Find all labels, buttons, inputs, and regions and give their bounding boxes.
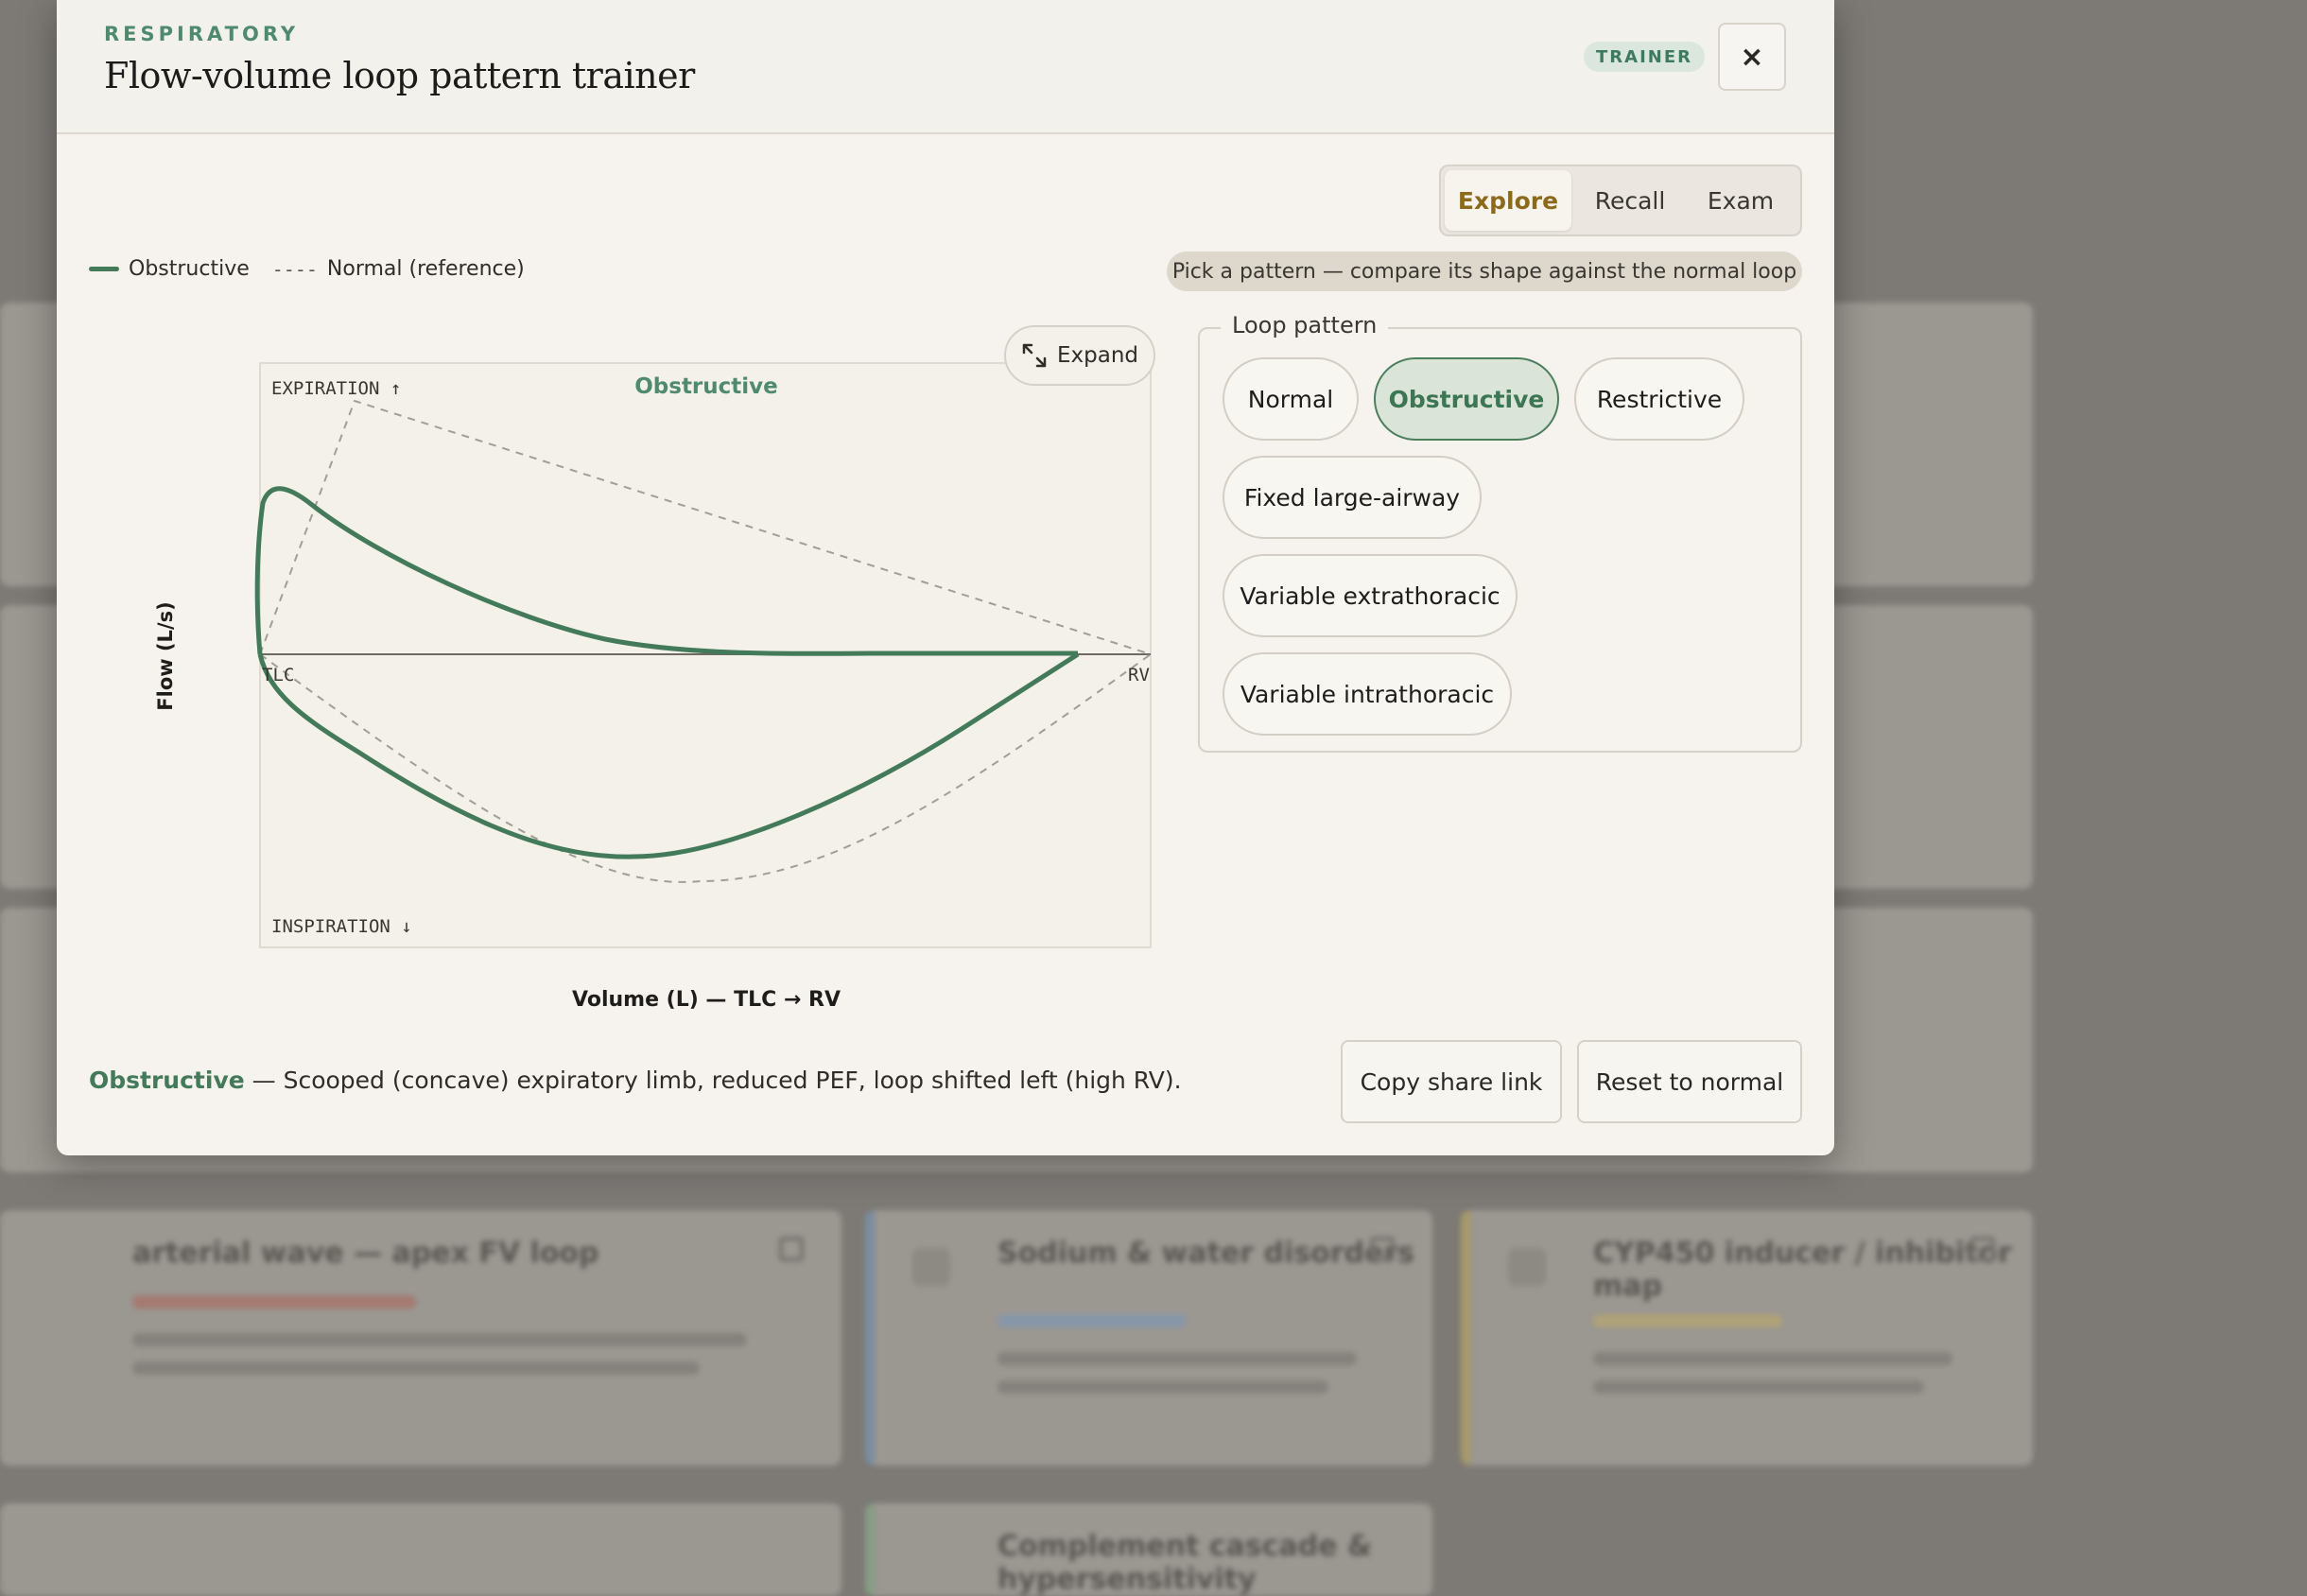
description-highlight: Obstructive [89,1067,245,1094]
description-text: — Scooped (concave) expiratory limb, red… [244,1067,1182,1094]
legend-series-label: Obstructive [129,257,250,281]
reset-to-normal-button[interactable]: Reset to normal [1577,1040,1802,1123]
pattern-fixed-large-airway[interactable]: Fixed large-airway [1223,456,1482,539]
pattern-normal[interactable]: Normal [1223,357,1359,441]
close-button[interactable]: × [1718,23,1786,91]
flow-volume-chart: Obstructive EXPIRATION ↑ INSPIRATION ↓ T… [154,362,1152,1012]
y-axis-label: Flow (L/s) [154,601,177,710]
chart-legend: Obstructive ---- Normal (reference) [89,257,525,281]
trainer-modal: RESPIRATORY Flow-volume loop pattern tra… [57,0,1834,1155]
tab-explore[interactable]: Explore [1445,170,1571,231]
tab-recall[interactable]: Recall [1571,170,1689,231]
copy-share-link-button[interactable]: Copy share link [1341,1040,1562,1123]
mode-tabs: Explore Recall Exam [1439,165,1802,236]
close-icon: × [1740,40,1764,74]
x-axis-label: Volume (L) — TLC → RV [572,988,841,1012]
bg-card: Sodium & water disorders [865,1210,1432,1466]
expand-label: Expand [1056,343,1138,368]
expand-button[interactable]: Expand [1004,325,1155,386]
expand-icon [1022,343,1047,368]
tab-exam[interactable]: Exam [1689,170,1793,231]
legend-reference-label: Normal (reference) [326,257,525,281]
bg-card-title: CYP450 inducer / inhibitor map [1593,1237,2012,1303]
pattern-description: Obstructive — Scooped (concave) expirato… [89,1067,1182,1094]
bg-card [0,1503,841,1596]
legend-solid-swatch [89,267,119,271]
legend-dash-swatch: ---- [271,257,318,281]
chart-title: Obstructive [634,374,778,399]
bg-card-icon [1370,1237,1395,1261]
loop-pattern-legend: Loop pattern [1221,312,1389,338]
pattern-variable-extrathoracic[interactable]: Variable extrathoracic [1223,554,1518,637]
bg-card: arterial wave — apex FV loop [0,1210,841,1466]
bg-card-title: arterial wave — apex FV loop [132,1237,599,1270]
bg-card-title: Complement cascade & hypersensitivity [997,1530,1373,1596]
modal-title: Flow-volume loop pattern trainer [104,55,695,96]
pattern-restrictive[interactable]: Restrictive [1574,357,1744,441]
pattern-obstructive[interactable]: Obstructive [1374,357,1559,441]
category-eyebrow: RESPIRATORY [104,23,300,45]
bg-card: CYP450 inducer / inhibitor map [1461,1210,2033,1466]
modal-header: RESPIRATORY Flow-volume loop pattern tra… [57,0,1834,134]
bg-card-icon [1970,1237,1995,1261]
rv-label: RV [1128,665,1150,685]
inspiration-label: INSPIRATION ↓ [271,916,412,937]
hint-pill: Pick a pattern — compare its shape again… [1167,252,1802,291]
pattern-variable-intrathoracic[interactable]: Variable intrathoracic [1223,652,1512,736]
bg-card: Complement cascade & hypersensitivity [865,1503,1432,1596]
trainer-badge: TRAINER [1584,42,1705,72]
expiration-label: EXPIRATION ↑ [271,378,401,399]
bg-card-icon [779,1237,804,1261]
bg-card-title: Sodium & water disorders [997,1237,1415,1270]
tlc-label: TLC [262,665,294,685]
loop-pattern-group: Loop pattern Normal Obstructive Restrict… [1198,312,1802,753]
